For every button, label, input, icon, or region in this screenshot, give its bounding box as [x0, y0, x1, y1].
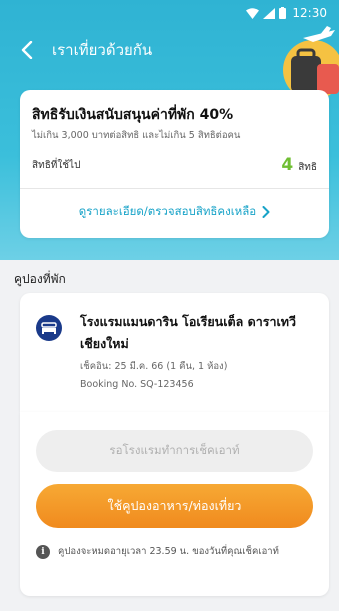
checkin-info: เช็คอิน: 25 มี.ค. 66 (1 คืน, 1 ห้อง): [80, 361, 228, 372]
used-rights-value: 4 สิทธิ: [281, 155, 317, 175]
waiting-checkout-button[interactable]: รอโรงแรมทำการเช็คเอาท์: [36, 430, 313, 472]
battery-icon: [279, 7, 287, 19]
divider: [20, 188, 329, 189]
hotel-name: โรงแรมแมนดาริน โอเรียนเต็ล ดาราเทวี เชีย…: [80, 314, 297, 351]
bed-icon: [36, 315, 62, 341]
used-rights-count: 4: [281, 155, 294, 175]
used-rights-label: สิทธิที่ใช้ไป: [32, 159, 81, 171]
page-title: เราเที่ยวด้วยกัน: [52, 41, 153, 59]
chevron-left-icon: [21, 41, 33, 59]
rights-title: สิทธิรับเงินสนับสนุนค่าที่พัก 40%: [32, 107, 234, 123]
wifi-icon: [246, 7, 260, 19]
rights-subtitle: ไม่เกิน 3,000 บาทต่อสิทธิ และไม่เกิน 5 ส…: [32, 130, 241, 141]
back-button[interactable]: [14, 37, 40, 63]
expiry-note-text: คูปองจะหมดอายุเวลา 23.59 น. ของวันที่คุณ…: [58, 546, 279, 557]
status-time: 12:30: [292, 6, 327, 20]
rights-card: สิทธิรับเงินสนับสนุนค่าที่พัก 40% ไม่เกิ…: [20, 90, 329, 238]
use-coupon-button[interactable]: ใช้คูปองอาหาร/ท่องเที่ยว: [36, 484, 313, 528]
chevron-right-icon: [262, 206, 270, 218]
signal-icon: [263, 7, 276, 19]
section-title: คูปองที่พัก: [14, 272, 66, 286]
coupon-actions-card: รอโรงแรมทำการเช็คเอาท์ ใช้คูปองอาหาร/ท่อ…: [20, 412, 329, 596]
info-icon: i: [36, 545, 50, 559]
details-link-label: ดูรายละเอียด/ตรวจสอบสิทธิคงเหลือ: [78, 204, 257, 218]
status-bar: 12:30: [0, 0, 339, 26]
expiry-note: i คูปองจะหมดอายุเวลา 23.59 น. ของวันที่ค…: [36, 544, 313, 560]
used-rights-row: สิทธิที่ใช้ไป 4 สิทธิ: [32, 154, 317, 176]
booking-number: Booking No. SQ-123456: [80, 379, 194, 390]
nav-bar: เราเที่ยวด้วยกัน: [14, 36, 325, 64]
hotel-coupon-card: โรงแรมแมนดาริน โอเรียนเต็ล ดาราเทวี เชีย…: [20, 293, 329, 411]
details-link[interactable]: ดูรายละเอียด/ตรวจสอบสิทธิคงเหลือ: [20, 198, 329, 226]
used-rights-unit: สิทธิ: [298, 162, 317, 173]
